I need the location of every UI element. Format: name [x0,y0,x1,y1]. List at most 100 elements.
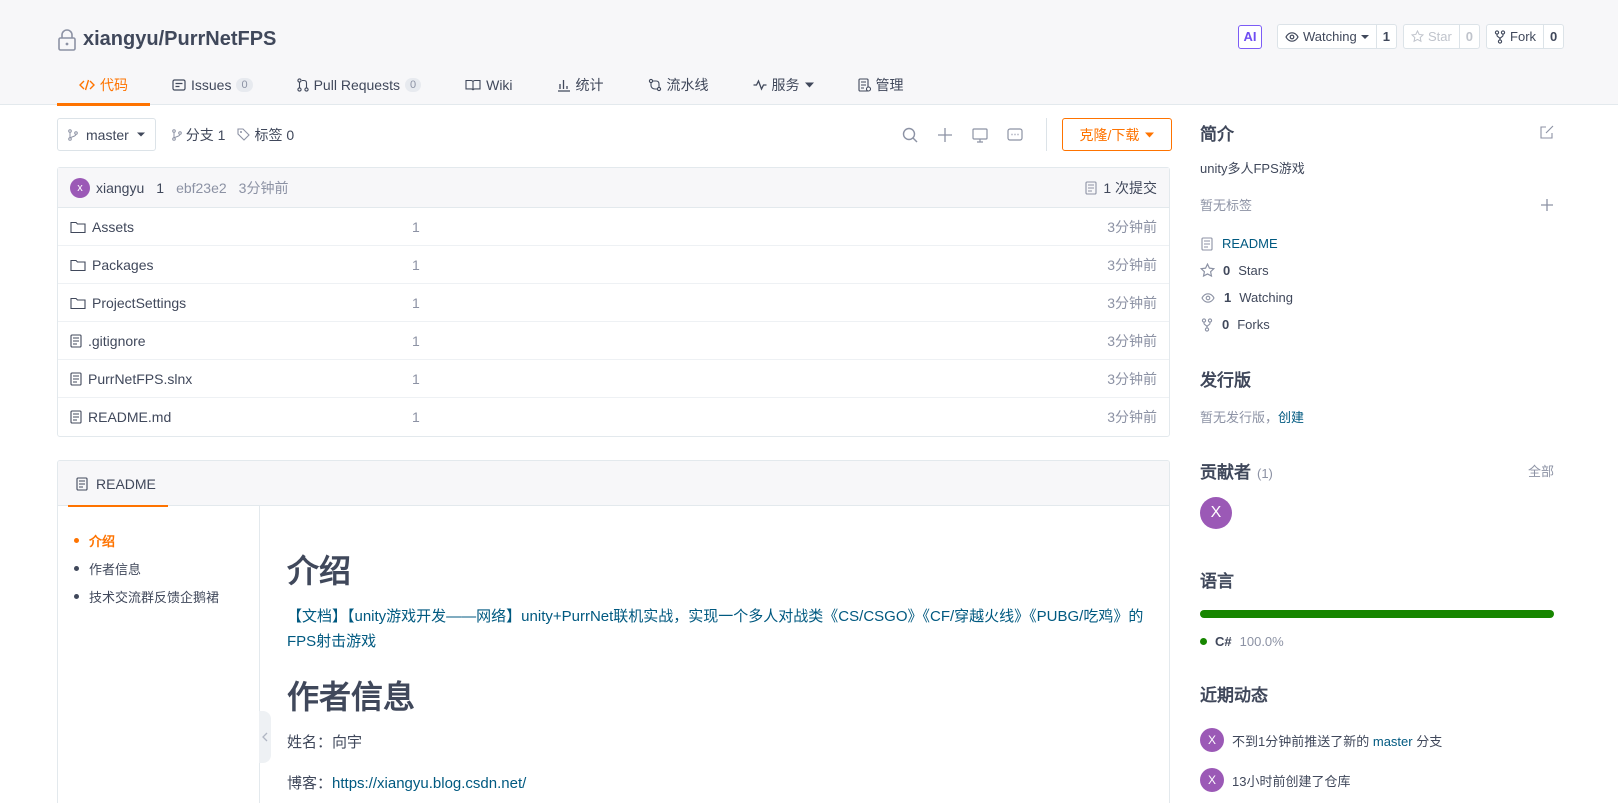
avatar[interactable]: X [1200,768,1224,792]
repo-sidebar: 简介 unity多人FPS游戏 暂无标签 README 0 Stars 1 Wa… [1200,118,1554,800]
terminal-icon[interactable] [1006,126,1024,144]
tab-pipeline[interactable]: 流水线 [626,64,731,105]
file-link[interactable]: PurrNetFPS.slnx [88,371,192,387]
avatar[interactable]: X [1200,497,1232,529]
tags-link[interactable]: 标签 0 [237,125,294,145]
readme-blog-prefix: 博客： [287,775,333,792]
watch-count[interactable]: 1 [1377,25,1396,48]
file-link[interactable]: .gitignore [88,333,146,349]
web-ide-icon[interactable] [971,126,989,144]
file-icon [70,371,82,386]
readme-heading-author: 作者信息 [287,679,416,715]
toc-item[interactable]: 介绍 [74,526,259,554]
fork-count[interactable]: 0 [1544,25,1563,48]
edit-icon[interactable] [1540,125,1554,139]
commit-author-link[interactable]: xiangyu [96,180,144,196]
avatar[interactable]: X [1200,728,1224,752]
fork-button[interactable]: Fork [1487,25,1545,48]
releases-empty: 暂无发行版，创建 [1200,407,1554,426]
file-commit-time: 3分钟前 [1107,218,1157,235]
avatar[interactable]: x [70,177,90,198]
releases-section-header: 发行版 [1200,366,1554,391]
tab-pull-requests[interactable]: Pull Requests 0 [275,64,444,105]
tab-services[interactable]: 服务 [731,64,836,105]
forks-stat[interactable]: 0 Forks [1200,311,1554,338]
ai-assistant-button[interactable]: AI [1238,24,1262,49]
contributors-all-link[interactable]: 全部 [1528,461,1554,480]
toc-collapse-handle[interactable] [259,711,271,763]
branches-link[interactable]: 分支 1 [171,125,225,145]
add-file-icon[interactable] [936,126,954,144]
pull-request-icon [296,77,309,92]
repo-header-actions: AI Watching 1 Star 0 Fork 0 [1238,24,1570,49]
file-link[interactable]: Packages [92,257,153,273]
forks-count: 0 [1222,317,1230,332]
file-commit-message[interactable]: 1 [412,333,420,349]
lock-icon [57,28,77,51]
tab-wiki[interactable]: Wiki [443,64,534,105]
watch-button[interactable]: Watching [1278,25,1377,48]
tab-stats[interactable]: 统计 [535,64,626,105]
readme-intro-link[interactable]: 【文档】【unity游戏开发——网络】unity+PurrNet联机实战，实现一… [287,608,1143,650]
readme-stat[interactable]: README [1200,230,1554,257]
create-release-link[interactable]: 创建 [1278,410,1304,425]
star-icon [1410,30,1424,43]
star-button-group: Star 0 [1402,24,1481,49]
commit-count-label: 1 次提交 [1103,179,1157,196]
code-icon [79,79,95,91]
repo-title: xiangyu/PurrNetFPS [57,28,276,51]
file-link[interactable]: Assets [92,219,134,235]
stars-stat[interactable]: 0 Stars [1200,257,1554,284]
admin-icon [857,77,871,92]
watching-stat[interactable]: 1 Watching [1200,284,1554,311]
commit-message[interactable]: 1 [156,180,164,196]
toc-item[interactable]: 作者信息 [74,554,259,582]
readme-toc: 介绍 作者信息 技术交流群反馈企鹅裙 [58,506,260,803]
document-icon [1200,236,1214,251]
watch-button-group: Watching 1 [1277,24,1397,49]
file-commit-message[interactable]: 1 [412,371,420,387]
file-name-cell: .gitignore [70,333,146,349]
tab-issues[interactable]: Issues 0 [150,64,275,105]
fork-button-group: Fork 0 [1486,24,1565,49]
file-commit-message[interactable]: 1 [412,295,420,311]
language-bar [1200,610,1554,618]
activity-suffix: 分支 [1416,733,1443,749]
tab-code[interactable]: 代码 [57,64,150,106]
readme-blog-link[interactable]: https://xiangyu.blog.csdn.net/ [332,775,526,792]
contributors-title: 贡献者 [1200,463,1251,482]
commits-icon [1085,180,1097,195]
activity-branch-link[interactable]: master [1373,734,1413,749]
tab-wiki-label: Wiki [486,76,513,93]
readme-link[interactable]: README [1222,236,1278,251]
commit-sha[interactable]: ebf23e2 [176,180,227,196]
file-link[interactable]: ProjectSettings [92,295,186,311]
file-name-cell: README.md [70,409,171,425]
file-commit-message[interactable]: 1 [412,257,420,273]
commit-count-link[interactable]: 1 次提交 [1085,178,1157,198]
file-link[interactable]: README.md [88,409,171,425]
toc-item[interactable]: 技术交流群反馈企鹅裙 [74,582,259,610]
repo-description: unity多人FPS游戏 [1200,161,1305,176]
table-row: PurrNetFPS.slnx 1 3分钟前 [58,360,1169,398]
eye-icon [1200,291,1216,305]
search-icon[interactable] [901,126,919,144]
tab-admin[interactable]: 管理 [836,64,926,105]
readme-tab-label: README [96,475,156,492]
readme-heading-intro: 介绍 [287,553,352,589]
repo-header: xiangyu/PurrNetFPS AI Watching 1 Star 0 … [0,0,1618,106]
file-commit-message[interactable]: 1 [412,409,420,425]
add-tag-icon[interactable] [1540,198,1554,212]
file-icon [70,333,82,348]
repo-full-name-link[interactable]: xiangyu/PurrNetFPS [83,28,276,51]
star-count[interactable]: 0 [1460,25,1479,48]
star-button[interactable]: Star [1404,25,1460,48]
clone-download-button[interactable]: 克隆/下载 [1062,118,1172,151]
branch-name: master [86,126,129,143]
file-commit-message[interactable]: 1 [412,219,420,235]
document-icon [76,476,88,491]
pipeline-icon [648,78,662,92]
branch-selector[interactable]: master [57,118,156,151]
file-icon [70,410,82,424]
readme-tab[interactable]: README [68,461,168,507]
